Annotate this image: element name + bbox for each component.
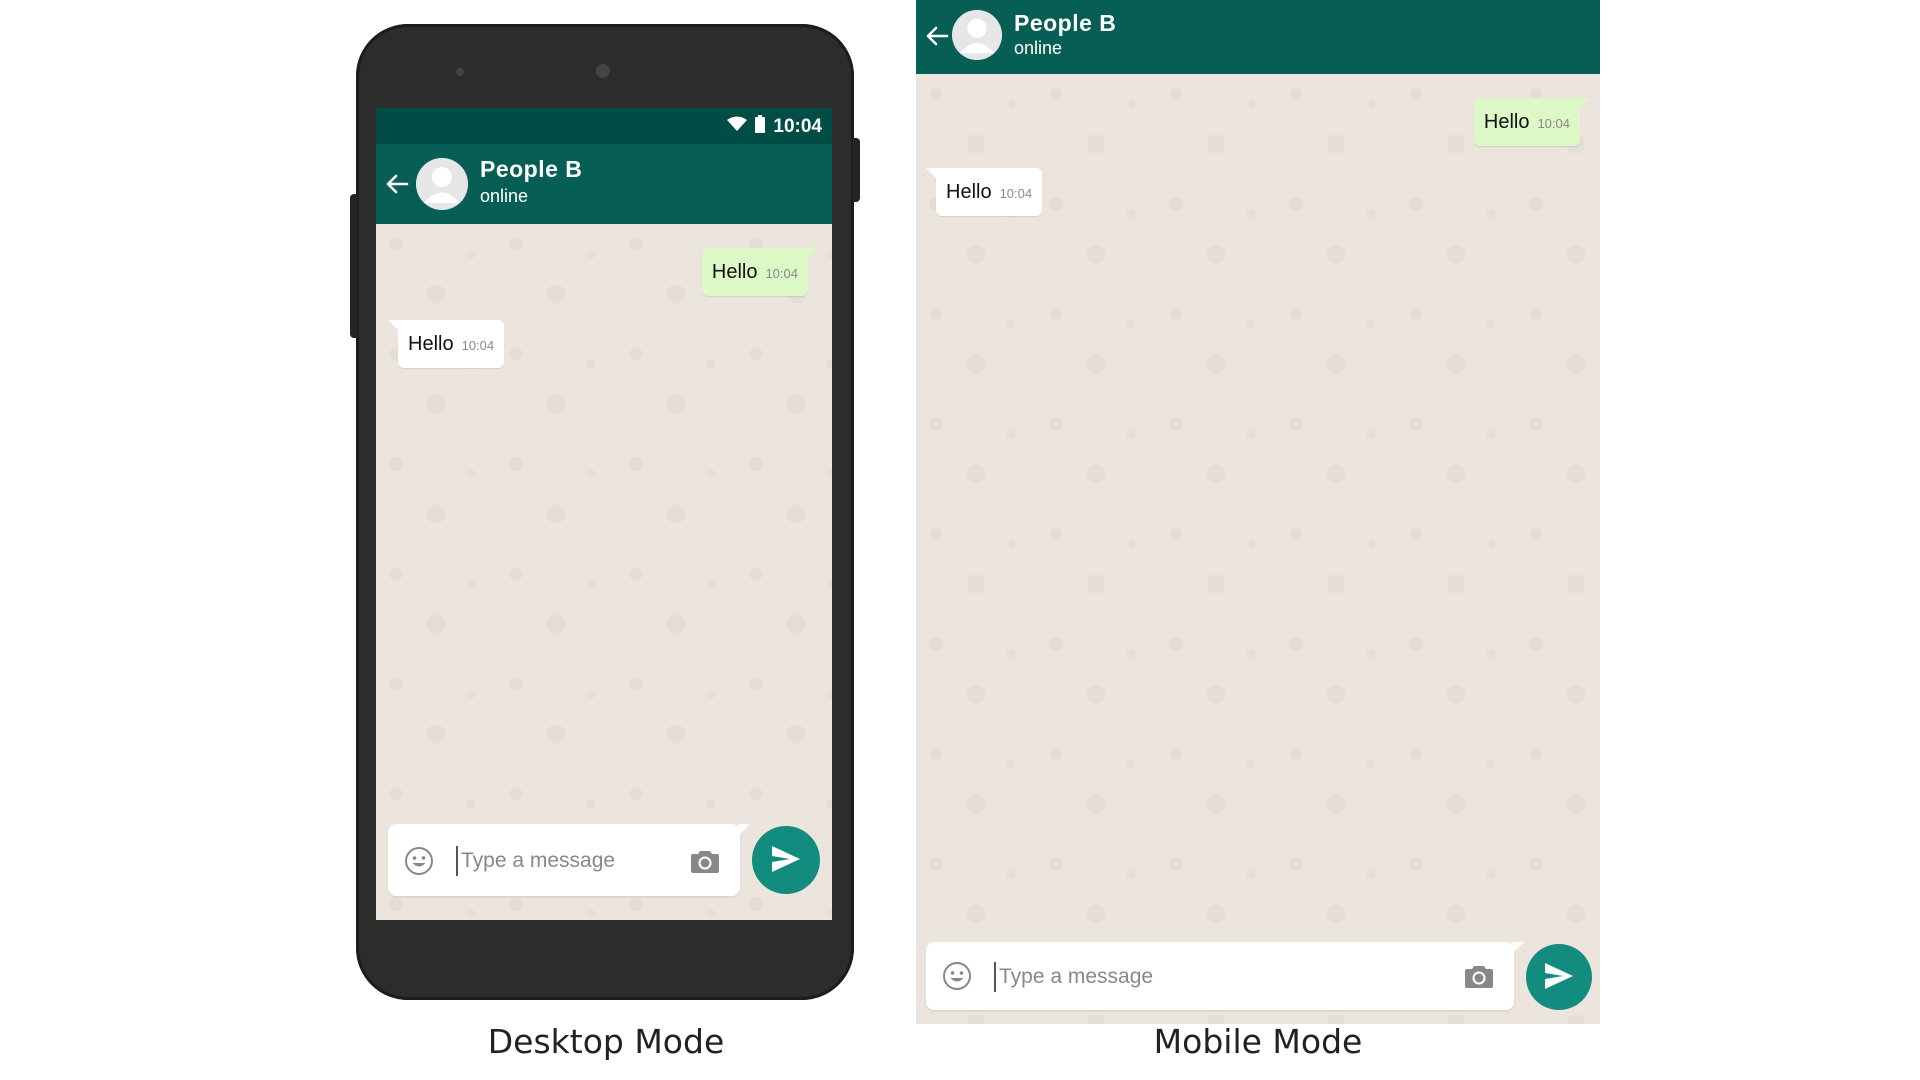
message-input[interactable]: [994, 962, 1421, 992]
send-button[interactable]: [752, 826, 820, 894]
send-button[interactable]: [1526, 944, 1592, 1010]
contact-name: People B: [1014, 10, 1117, 36]
message-text: Hello: [946, 181, 992, 203]
message-text: Hello: [408, 333, 454, 355]
status-bar: 10:04: [376, 108, 832, 144]
camera-icon[interactable]: [1462, 959, 1496, 993]
emoji-icon[interactable]: [940, 959, 974, 993]
message-bubble-received: Hello 10:04: [387, 320, 505, 368]
caption-mobile-mode: Mobile Mode: [1153, 1022, 1363, 1061]
desktop-screen: 10:04 People B online Hello 10:04 Hello 10…: [376, 108, 832, 920]
chat-header: People B online: [916, 0, 1600, 74]
message-text: Hello: [1483, 111, 1530, 133]
message-bubble-sent: Hello 10:04: [701, 248, 819, 296]
camera-icon[interactable]: [688, 844, 722, 878]
chat-area: Hello 10:04 Hello 10:04: [376, 224, 832, 920]
send-icon: [770, 844, 802, 877]
avatar[interactable]: [416, 158, 468, 210]
chat-area: Hello 10:04 Hello 10:04: [916, 74, 1600, 1024]
send-icon: [1543, 961, 1575, 994]
message-composer: [926, 942, 1524, 1010]
message-composer: [388, 824, 750, 896]
back-arrow-icon[interactable]: [922, 18, 952, 54]
message-input[interactable]: [456, 846, 663, 876]
message-bubble-sent: Hello 10:04: [1473, 98, 1591, 146]
contact-status: online: [480, 186, 529, 206]
avatar[interactable]: [952, 10, 1002, 60]
message-bubble-received: Hello 10:04: [925, 168, 1043, 216]
speaker-dot: [456, 68, 464, 76]
chat-header: People B online: [376, 144, 832, 224]
power-button: [852, 138, 860, 202]
contact-name: People B: [480, 156, 583, 182]
volume-button: [350, 194, 358, 338]
back-arrow-icon[interactable]: [382, 166, 412, 202]
caption-desktop-mode: Desktop Mode: [487, 1022, 725, 1061]
message-text: Hello: [711, 261, 758, 283]
message-time: 10:04: [999, 186, 1033, 201]
message-time: 10:04: [461, 338, 495, 353]
status-time: 10:04: [773, 115, 822, 137]
front-camera: [596, 64, 610, 78]
contact-status: online: [1014, 38, 1063, 58]
battery-icon: [755, 115, 766, 138]
message-time: 10:04: [765, 266, 798, 281]
mobile-screen: People B online Hello 10:04 Hello 10:04: [916, 0, 1600, 1024]
emoji-icon[interactable]: [402, 844, 436, 878]
wifi-icon: [727, 116, 748, 137]
message-time: 10:04: [1537, 116, 1570, 131]
